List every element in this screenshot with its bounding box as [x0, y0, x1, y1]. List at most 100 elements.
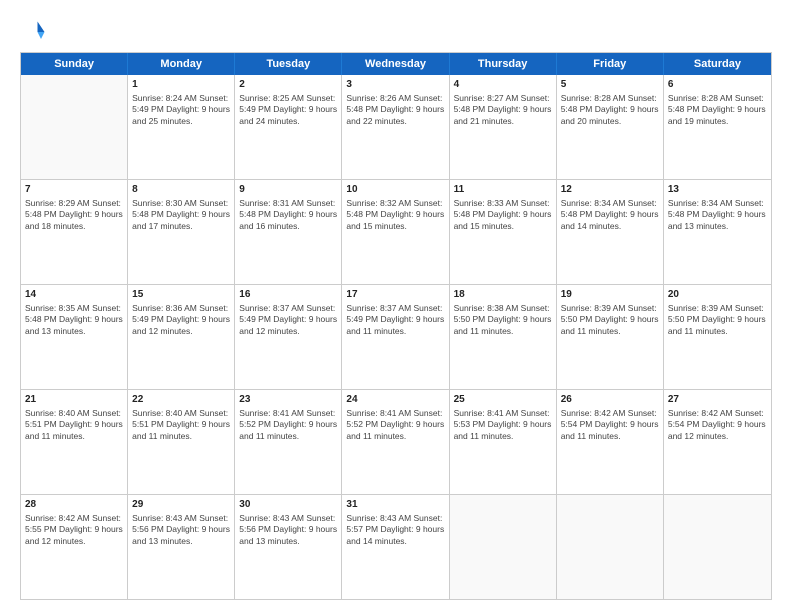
- day-number: 3: [346, 78, 444, 92]
- calendar-cell: 14Sunrise: 8:35 AM Sunset: 5:48 PM Dayli…: [21, 285, 128, 389]
- day-number: 18: [454, 288, 552, 302]
- calendar-week-3: 14Sunrise: 8:35 AM Sunset: 5:48 PM Dayli…: [21, 285, 771, 390]
- calendar-cell: 9Sunrise: 8:31 AM Sunset: 5:48 PM Daylig…: [235, 180, 342, 284]
- day-info: Sunrise: 8:28 AM Sunset: 5:48 PM Dayligh…: [668, 93, 767, 129]
- day-info: Sunrise: 8:34 AM Sunset: 5:48 PM Dayligh…: [668, 198, 767, 234]
- day-info: Sunrise: 8:39 AM Sunset: 5:50 PM Dayligh…: [668, 303, 767, 339]
- day-info: Sunrise: 8:31 AM Sunset: 5:48 PM Dayligh…: [239, 198, 337, 234]
- calendar-cell: [664, 495, 771, 599]
- calendar-cell: [557, 495, 664, 599]
- day-header-sunday: Sunday: [21, 53, 128, 75]
- logo-icon: [20, 18, 48, 46]
- day-number: 23: [239, 393, 337, 407]
- day-header-wednesday: Wednesday: [342, 53, 449, 75]
- day-info: Sunrise: 8:37 AM Sunset: 5:49 PM Dayligh…: [239, 303, 337, 339]
- calendar-cell: 20Sunrise: 8:39 AM Sunset: 5:50 PM Dayli…: [664, 285, 771, 389]
- day-number: 27: [668, 393, 767, 407]
- day-info: Sunrise: 8:40 AM Sunset: 5:51 PM Dayligh…: [25, 408, 123, 444]
- day-info: Sunrise: 8:25 AM Sunset: 5:49 PM Dayligh…: [239, 93, 337, 129]
- day-number: 17: [346, 288, 444, 302]
- day-info: Sunrise: 8:30 AM Sunset: 5:48 PM Dayligh…: [132, 198, 230, 234]
- calendar-week-2: 7Sunrise: 8:29 AM Sunset: 5:48 PM Daylig…: [21, 180, 771, 285]
- day-info: Sunrise: 8:35 AM Sunset: 5:48 PM Dayligh…: [25, 303, 123, 339]
- calendar-cell: 26Sunrise: 8:42 AM Sunset: 5:54 PM Dayli…: [557, 390, 664, 494]
- day-info: Sunrise: 8:36 AM Sunset: 5:49 PM Dayligh…: [132, 303, 230, 339]
- calendar-cell: 29Sunrise: 8:43 AM Sunset: 5:56 PM Dayli…: [128, 495, 235, 599]
- day-info: Sunrise: 8:41 AM Sunset: 5:52 PM Dayligh…: [239, 408, 337, 444]
- calendar-cell: 3Sunrise: 8:26 AM Sunset: 5:48 PM Daylig…: [342, 75, 449, 179]
- day-header-tuesday: Tuesday: [235, 53, 342, 75]
- calendar-cell: 21Sunrise: 8:40 AM Sunset: 5:51 PM Dayli…: [21, 390, 128, 494]
- day-number: 21: [25, 393, 123, 407]
- day-number: 28: [25, 498, 123, 512]
- calendar-cell: 30Sunrise: 8:43 AM Sunset: 5:56 PM Dayli…: [235, 495, 342, 599]
- calendar-cell: 11Sunrise: 8:33 AM Sunset: 5:48 PM Dayli…: [450, 180, 557, 284]
- day-number: 14: [25, 288, 123, 302]
- calendar-cell: 17Sunrise: 8:37 AM Sunset: 5:49 PM Dayli…: [342, 285, 449, 389]
- calendar-cell: [450, 495, 557, 599]
- day-info: Sunrise: 8:41 AM Sunset: 5:52 PM Dayligh…: [346, 408, 444, 444]
- calendar-cell: 13Sunrise: 8:34 AM Sunset: 5:48 PM Dayli…: [664, 180, 771, 284]
- day-info: Sunrise: 8:33 AM Sunset: 5:48 PM Dayligh…: [454, 198, 552, 234]
- calendar-cell: 2Sunrise: 8:25 AM Sunset: 5:49 PM Daylig…: [235, 75, 342, 179]
- calendar-cell: 7Sunrise: 8:29 AM Sunset: 5:48 PM Daylig…: [21, 180, 128, 284]
- day-info: Sunrise: 8:27 AM Sunset: 5:48 PM Dayligh…: [454, 93, 552, 129]
- day-info: Sunrise: 8:26 AM Sunset: 5:48 PM Dayligh…: [346, 93, 444, 129]
- day-number: 12: [561, 183, 659, 197]
- calendar-cell: 6Sunrise: 8:28 AM Sunset: 5:48 PM Daylig…: [664, 75, 771, 179]
- day-number: 6: [668, 78, 767, 92]
- calendar-week-1: 1Sunrise: 8:24 AM Sunset: 5:49 PM Daylig…: [21, 75, 771, 180]
- calendar-cell: 8Sunrise: 8:30 AM Sunset: 5:48 PM Daylig…: [128, 180, 235, 284]
- day-number: 8: [132, 183, 230, 197]
- day-info: Sunrise: 8:42 AM Sunset: 5:54 PM Dayligh…: [668, 408, 767, 444]
- day-info: Sunrise: 8:43 AM Sunset: 5:57 PM Dayligh…: [346, 513, 444, 549]
- calendar-cell: 5Sunrise: 8:28 AM Sunset: 5:48 PM Daylig…: [557, 75, 664, 179]
- day-number: 26: [561, 393, 659, 407]
- day-number: 9: [239, 183, 337, 197]
- day-info: Sunrise: 8:37 AM Sunset: 5:49 PM Dayligh…: [346, 303, 444, 339]
- page: SundayMondayTuesdayWednesdayThursdayFrid…: [0, 0, 792, 612]
- calendar-cell: 27Sunrise: 8:42 AM Sunset: 5:54 PM Dayli…: [664, 390, 771, 494]
- day-info: Sunrise: 8:42 AM Sunset: 5:54 PM Dayligh…: [561, 408, 659, 444]
- day-info: Sunrise: 8:24 AM Sunset: 5:49 PM Dayligh…: [132, 93, 230, 129]
- calendar-cell: 12Sunrise: 8:34 AM Sunset: 5:48 PM Dayli…: [557, 180, 664, 284]
- day-info: Sunrise: 8:39 AM Sunset: 5:50 PM Dayligh…: [561, 303, 659, 339]
- calendar-cell: 25Sunrise: 8:41 AM Sunset: 5:53 PM Dayli…: [450, 390, 557, 494]
- day-number: 4: [454, 78, 552, 92]
- day-info: Sunrise: 8:28 AM Sunset: 5:48 PM Dayligh…: [561, 93, 659, 129]
- day-number: 11: [454, 183, 552, 197]
- calendar-cell: 10Sunrise: 8:32 AM Sunset: 5:48 PM Dayli…: [342, 180, 449, 284]
- calendar-header: SundayMondayTuesdayWednesdayThursdayFrid…: [21, 53, 771, 75]
- day-number: 25: [454, 393, 552, 407]
- day-number: 1: [132, 78, 230, 92]
- calendar-cell: 19Sunrise: 8:39 AM Sunset: 5:50 PM Dayli…: [557, 285, 664, 389]
- header: [20, 18, 772, 46]
- day-info: Sunrise: 8:29 AM Sunset: 5:48 PM Dayligh…: [25, 198, 123, 234]
- day-number: 22: [132, 393, 230, 407]
- day-number: 16: [239, 288, 337, 302]
- day-header-saturday: Saturday: [664, 53, 771, 75]
- calendar-body: 1Sunrise: 8:24 AM Sunset: 5:49 PM Daylig…: [21, 75, 771, 599]
- day-header-monday: Monday: [128, 53, 235, 75]
- day-info: Sunrise: 8:34 AM Sunset: 5:48 PM Dayligh…: [561, 198, 659, 234]
- calendar-week-5: 28Sunrise: 8:42 AM Sunset: 5:55 PM Dayli…: [21, 495, 771, 599]
- calendar-cell: 28Sunrise: 8:42 AM Sunset: 5:55 PM Dayli…: [21, 495, 128, 599]
- day-number: 13: [668, 183, 767, 197]
- day-info: Sunrise: 8:41 AM Sunset: 5:53 PM Dayligh…: [454, 408, 552, 444]
- day-info: Sunrise: 8:38 AM Sunset: 5:50 PM Dayligh…: [454, 303, 552, 339]
- day-number: 7: [25, 183, 123, 197]
- calendar-cell: 23Sunrise: 8:41 AM Sunset: 5:52 PM Dayli…: [235, 390, 342, 494]
- day-number: 2: [239, 78, 337, 92]
- day-number: 29: [132, 498, 230, 512]
- day-number: 10: [346, 183, 444, 197]
- calendar-cell: 4Sunrise: 8:27 AM Sunset: 5:48 PM Daylig…: [450, 75, 557, 179]
- day-number: 5: [561, 78, 659, 92]
- calendar-cell: 31Sunrise: 8:43 AM Sunset: 5:57 PM Dayli…: [342, 495, 449, 599]
- day-info: Sunrise: 8:32 AM Sunset: 5:48 PM Dayligh…: [346, 198, 444, 234]
- calendar-cell: 22Sunrise: 8:40 AM Sunset: 5:51 PM Dayli…: [128, 390, 235, 494]
- day-info: Sunrise: 8:40 AM Sunset: 5:51 PM Dayligh…: [132, 408, 230, 444]
- calendar-cell: 16Sunrise: 8:37 AM Sunset: 5:49 PM Dayli…: [235, 285, 342, 389]
- day-number: 31: [346, 498, 444, 512]
- day-number: 15: [132, 288, 230, 302]
- calendar-week-4: 21Sunrise: 8:40 AM Sunset: 5:51 PM Dayli…: [21, 390, 771, 495]
